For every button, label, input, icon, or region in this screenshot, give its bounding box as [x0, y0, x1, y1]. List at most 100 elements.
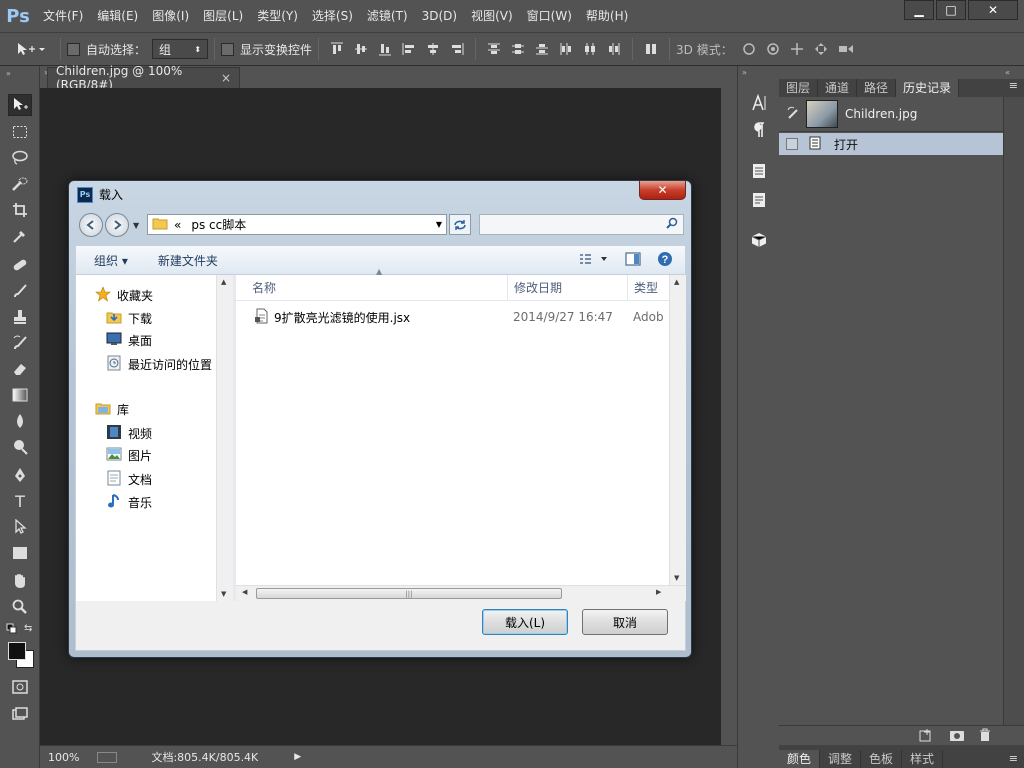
dodge-tool-icon[interactable] — [8, 436, 32, 458]
crop-tool-icon[interactable] — [8, 199, 32, 221]
auto-select-checkbox[interactable] — [67, 42, 80, 56]
panel-menu-icon[interactable]: ≡ — [1009, 750, 1018, 768]
quick-mask-icon[interactable] — [8, 676, 32, 698]
help-icon[interactable]: ? — [657, 251, 673, 270]
panel-menu-icon[interactable]: ≡ — [1009, 79, 1018, 97]
view-options-icon[interactable] — [579, 253, 609, 268]
nav-pictures[interactable]: 图片 — [106, 447, 152, 464]
scroll-up-icon[interactable]: ▲ — [674, 278, 679, 286]
menu-image[interactable]: 图像(I) — [145, 5, 196, 27]
3d-slide-icon[interactable] — [813, 41, 829, 57]
new-document-icon[interactable] — [919, 728, 933, 745]
screen-mode-icon[interactable] — [8, 703, 32, 725]
load-button[interactable]: 载入(L) — [482, 609, 568, 635]
new-folder-button[interactable]: 新建文件夹 — [158, 252, 218, 269]
tab-close-icon[interactable]: × — [221, 71, 231, 85]
menu-file[interactable]: 文件(F) — [36, 5, 90, 27]
tab-channels[interactable]: 通道 — [818, 79, 858, 97]
scroll-down-icon[interactable]: ▼ — [221, 590, 226, 598]
gradient-tool-icon[interactable] — [8, 384, 32, 406]
collapse-arrows-icon[interactable]: » — [6, 69, 11, 78]
tab-paths[interactable]: 路径 — [857, 79, 897, 97]
file-list-hscrollbar[interactable]: ◀ ||| ▶ — [236, 585, 686, 601]
search-input[interactable] — [479, 214, 684, 235]
vertical-scrollbar[interactable] — [721, 88, 737, 746]
menu-3d[interactable]: 3D(D) — [415, 5, 464, 27]
close-window-button[interactable]: ✕ — [968, 0, 1018, 20]
column-modified[interactable]: 修改日期 — [514, 279, 627, 296]
back-button[interactable] — [79, 213, 103, 237]
nav-pane-scrollbar[interactable]: ▲ ▼ — [216, 275, 233, 601]
auto-align-icon[interactable] — [643, 41, 659, 57]
character-panel-icon[interactable] — [748, 92, 770, 114]
distribute-right-icon[interactable] — [606, 41, 622, 57]
healing-brush-tool-icon[interactable] — [8, 254, 32, 276]
preview-pane-icon[interactable] — [625, 251, 641, 269]
align-bottom-icon[interactable] — [377, 41, 393, 57]
type-tool-icon[interactable]: T — [8, 490, 32, 512]
snapshot-camera-icon[interactable] — [949, 728, 965, 745]
clone-stamp-tool-icon[interactable] — [8, 306, 32, 328]
collapse-arrows-icon[interactable]: « — [1005, 68, 1010, 77]
nav-documents[interactable]: 文档 — [106, 470, 152, 489]
default-colors-icon[interactable] — [6, 623, 18, 638]
address-bar[interactable]: « ps cc脚本 ▼ — [147, 214, 447, 235]
menu-layer[interactable]: 图层(L) — [196, 5, 250, 27]
document-tab[interactable]: Children.jpg @ 100%(RGB/8#) × — [47, 64, 240, 92]
column-name[interactable]: 名称 ▲ — [252, 267, 507, 296]
status-menu-arrow-icon[interactable]: ▶ — [294, 752, 301, 762]
search-icon[interactable] — [666, 217, 678, 232]
zoom-tool-icon[interactable] — [8, 596, 32, 618]
organize-button[interactable]: 组织 ▾ — [94, 252, 128, 269]
trash-icon[interactable] — [978, 728, 992, 745]
menu-view[interactable]: 视图(V) — [464, 5, 520, 27]
history-source-checkbox[interactable] — [786, 138, 798, 150]
align-hcenter-icon[interactable] — [425, 41, 441, 57]
minimize-button[interactable]: ▁ — [904, 0, 934, 20]
menu-type[interactable]: 类型(Y) — [250, 5, 305, 27]
paragraph-panel-icon[interactable] — [748, 119, 770, 141]
history-snapshot[interactable]: Children.jpg — [779, 97, 1003, 132]
hand-tool-icon[interactable] — [8, 570, 32, 592]
tab-color[interactable]: 颜色 — [779, 750, 821, 768]
zoom-level[interactable]: 100% — [48, 751, 79, 764]
recent-pages-dropdown-icon[interactable]: ▼ — [133, 221, 139, 230]
address-prefix[interactable]: « — [174, 218, 181, 232]
3d-pan-icon[interactable] — [789, 41, 805, 57]
nav-favorites[interactable]: 收藏夹 — [95, 286, 153, 305]
properties-panel-icon[interactable] — [748, 189, 770, 211]
auto-select-dropdown[interactable]: 组 ⬍ — [152, 39, 209, 59]
column-type[interactable]: 类型 — [634, 279, 658, 296]
eraser-tool-icon[interactable] — [8, 358, 32, 380]
nav-videos[interactable]: 视频 — [106, 424, 152, 443]
align-right-icon[interactable] — [449, 41, 465, 57]
forward-button[interactable] — [105, 213, 129, 237]
distribute-hcenter-icon[interactable] — [582, 41, 598, 57]
move-tool-icon[interactable] — [8, 94, 32, 116]
menu-select[interactable]: 选择(S) — [305, 5, 360, 27]
marquee-tool-icon[interactable] — [8, 121, 32, 143]
3d-rotate-icon[interactable] — [741, 41, 757, 57]
show-transform-checkbox[interactable] — [221, 42, 235, 56]
tab-history[interactable]: 历史记录 — [896, 79, 960, 97]
dialog-close-button[interactable]: ✕ — [639, 181, 686, 200]
align-left-icon[interactable] — [401, 41, 417, 57]
3d-scale-icon[interactable] — [837, 41, 853, 57]
align-top-icon[interactable] — [329, 41, 345, 57]
quick-selection-tool-icon[interactable] — [8, 173, 32, 195]
scroll-left-icon[interactable]: ◀ — [242, 588, 247, 596]
address-dropdown-icon[interactable]: ▼ — [436, 220, 442, 229]
path-selection-tool-icon[interactable] — [8, 516, 32, 538]
tab-styles[interactable]: 样式 — [902, 750, 944, 768]
distribute-top-icon[interactable] — [486, 41, 502, 57]
maximize-button[interactable]: □ — [936, 0, 966, 20]
column-divider[interactable] — [507, 274, 508, 301]
refresh-button[interactable] — [449, 214, 471, 235]
file-list-vscrollbar[interactable]: ▲ ▼ — [669, 275, 686, 585]
pen-tool-icon[interactable] — [8, 464, 32, 486]
brush-tool-icon[interactable] — [8, 280, 32, 302]
tab-adjustments[interactable]: 调整 — [820, 750, 862, 768]
nav-libraries[interactable]: 库 — [95, 401, 129, 418]
scroll-down-icon[interactable]: ▼ — [674, 574, 679, 582]
align-vcenter-icon[interactable] — [353, 41, 369, 57]
